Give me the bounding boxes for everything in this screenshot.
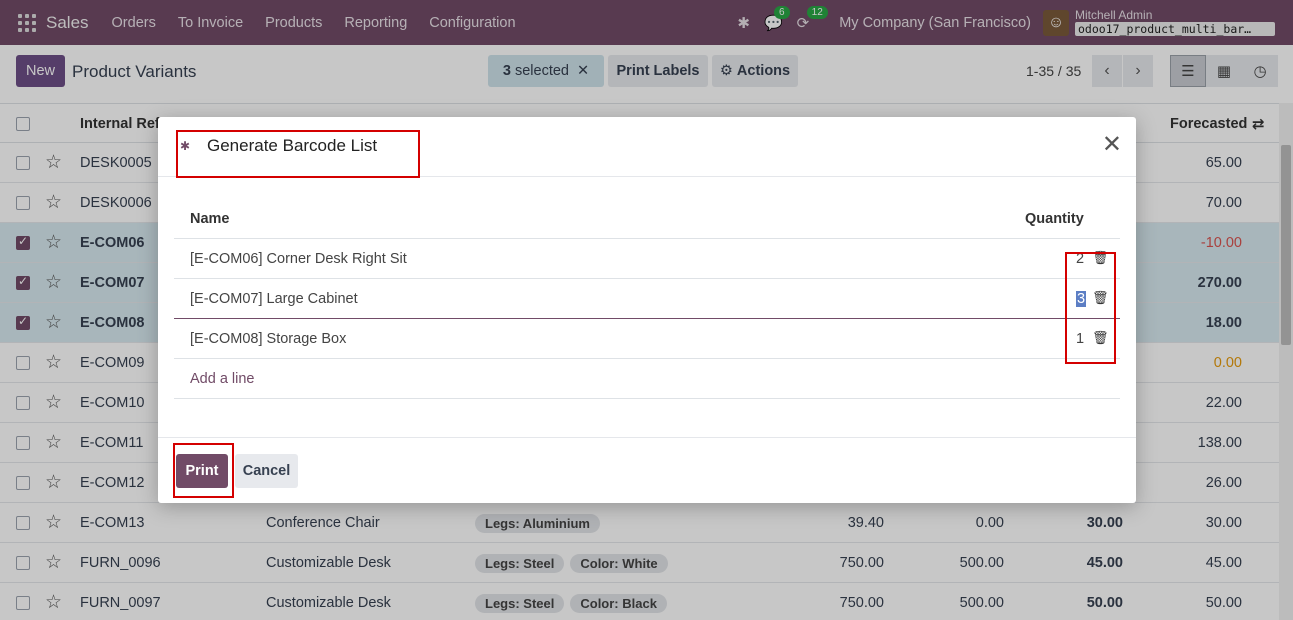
lines-table-header: Name Quantity [174,199,1120,239]
generate-barcode-dialog: ✱ Generate Barcode List ✕ Name Quantity … [158,117,1136,503]
dialog-footer: Print Cancel [158,437,1136,503]
line-name[interactable]: [E-COM07] Large Cabinet [190,279,358,319]
line-quantity[interactable]: 2 [1076,239,1084,279]
add-line-row: Add a line [174,359,1120,399]
trash-icon[interactable]: 🗑 [1092,250,1109,266]
dialog-header: ✱ Generate Barcode List ✕ [158,117,1136,177]
line-name[interactable]: [E-COM08] Storage Box [190,319,346,359]
barcode-line[interactable]: [E-COM08] Storage Box 1 🗑 [174,319,1120,359]
close-icon[interactable]: ✕ [1102,133,1122,157]
line-quantity[interactable]: 1 [1076,319,1084,359]
barcode-line[interactable]: [E-COM07] Large Cabinet 3 🗑 [174,279,1120,319]
line-quantity-input[interactable]: 3 [1076,279,1087,319]
selected-quantity-text: 3 [1076,291,1087,307]
trash-icon[interactable]: 🗑 [1092,290,1109,306]
line-name[interactable]: [E-COM06] Corner Desk Right Sit [190,239,407,279]
cancel-button[interactable]: Cancel [235,454,298,488]
col-name: Name [190,211,230,227]
add-a-line-link[interactable]: Add a line [190,359,255,399]
col-quantity: Quantity [1025,211,1084,227]
bug-icon: ✱ [180,139,191,153]
barcode-line[interactable]: [E-COM06] Corner Desk Right Sit 2 🗑 [174,239,1120,279]
dialog-title: Generate Barcode List [207,136,378,155]
trash-icon[interactable]: 🗑 [1092,330,1109,346]
print-button[interactable]: Print [176,454,228,488]
